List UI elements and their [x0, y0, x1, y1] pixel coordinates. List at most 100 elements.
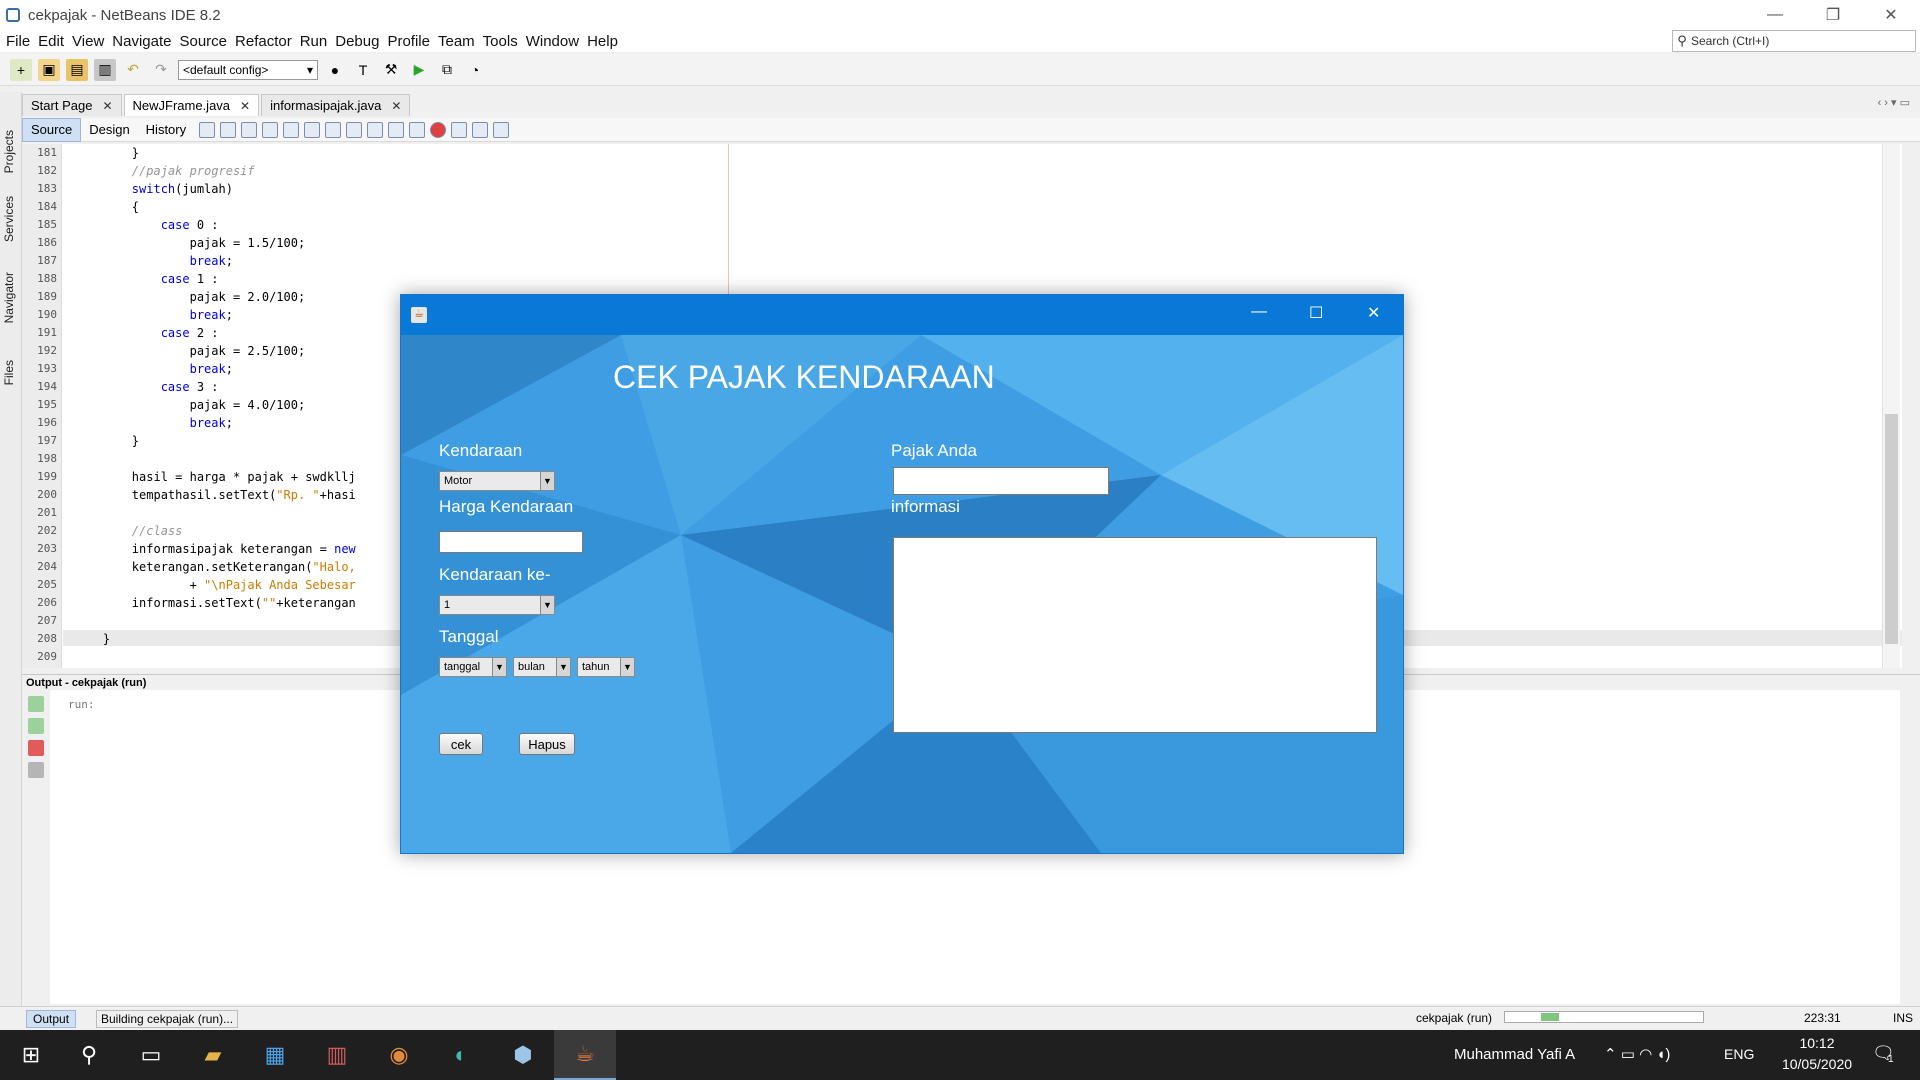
tab-newjframe[interactable]: NewJFrame.java ✕	[123, 94, 260, 116]
toggle-highlight-icon[interactable]	[304, 121, 321, 138]
java-icon: ☕	[411, 307, 427, 323]
restore-button[interactable]: ❐	[1804, 0, 1862, 30]
prev-bookmark-icon[interactable]	[325, 121, 342, 138]
stop-icon[interactable]	[28, 740, 44, 756]
profile-icon[interactable]: ◔	[464, 59, 486, 81]
tanggal-select[interactable]: tanggal ▼	[439, 657, 507, 677]
taskbar: ⊞ ⚲ ▭ ▰ ▦ ▥ ◉ ◐ ⬢ ☕ Muhammad Yafi A ⌃ ▭ …	[0, 1030, 1920, 1080]
clean-build-icon[interactable]: ⚒	[380, 59, 402, 81]
menu-profile[interactable]: Profile	[385, 33, 432, 50]
shift-left-icon[interactable]	[388, 121, 405, 138]
menu-help[interactable]: Help	[585, 33, 620, 50]
language-indicator[interactable]: ENG	[1724, 1046, 1754, 1062]
search-placeholder: Search (Ctrl+I)	[1691, 34, 1770, 48]
file-explorer-icon[interactable]: ▰	[182, 1030, 244, 1080]
kendaraan-select[interactable]: Motor ▼	[439, 471, 555, 491]
clock-time[interactable]: 10:12	[1792, 1035, 1842, 1051]
close-button[interactable]: ✕	[1862, 0, 1920, 30]
chevron-down-icon: ▼	[540, 596, 554, 614]
uncomment-icon[interactable]	[493, 121, 510, 138]
build-hammer-icon[interactable]: T	[352, 59, 374, 81]
app-close-button[interactable]: ✕	[1367, 303, 1380, 323]
find-prev-icon[interactable]	[262, 121, 279, 138]
view-history[interactable]: History	[138, 118, 194, 142]
output-tab[interactable]: Output	[26, 1010, 77, 1028]
menu-refactor[interactable]: Refactor	[233, 33, 294, 50]
editor-scrollbar[interactable]	[1882, 144, 1900, 668]
navigator-tab[interactable]: Navigator	[2, 272, 16, 323]
new-file-icon[interactable]: +	[10, 58, 32, 81]
globe-icon[interactable]: ●	[324, 59, 346, 81]
debug-icon[interactable]: ⧉	[436, 59, 458, 81]
projects-tab[interactable]: Projects	[2, 130, 16, 173]
menu-team[interactable]: Team	[436, 33, 477, 50]
tab-informasipajak[interactable]: informasipajak.java ✕	[261, 94, 411, 116]
menu-file[interactable]: File	[4, 33, 32, 50]
kendaraan-value: Motor	[444, 475, 473, 487]
java-app-icon[interactable]: ☕	[554, 1030, 616, 1080]
menu-edit[interactable]: Edit	[36, 33, 66, 50]
find-icon[interactable]	[241, 121, 258, 138]
informasi-textarea[interactable]	[893, 537, 1377, 733]
close-icon[interactable]: ✕	[240, 99, 250, 113]
menu-window[interactable]: Window	[524, 33, 581, 50]
app-minimize-button[interactable]: —	[1251, 303, 1267, 321]
view-source[interactable]: Source	[22, 117, 82, 142]
stop-macro-icon[interactable]	[451, 121, 468, 138]
close-icon[interactable]: ✕	[391, 99, 401, 113]
settings-icon[interactable]	[28, 762, 44, 778]
app-maximize-button[interactable]: ☐	[1309, 303, 1323, 323]
tahun-select[interactable]: tahun ▼	[577, 657, 635, 677]
rerun-icon[interactable]	[28, 696, 44, 712]
minimize-button[interactable]: —	[1746, 0, 1804, 30]
next-bookmark-icon[interactable]	[346, 121, 363, 138]
run-icon[interactable]: ▶	[408, 59, 430, 81]
pajak-field[interactable]	[893, 467, 1109, 495]
menu-run[interactable]: Run	[298, 33, 330, 50]
menu-debug[interactable]: Debug	[333, 33, 381, 50]
forward-icon[interactable]	[220, 121, 237, 138]
save-all-icon[interactable]: ▥	[94, 58, 116, 81]
netbeans-app-icon	[6, 8, 20, 22]
books-app-icon[interactable]: ▥	[306, 1030, 368, 1080]
task-view-icon[interactable]: ▭	[120, 1030, 182, 1080]
shift-right-icon[interactable]	[409, 121, 426, 138]
search-input[interactable]: ⚲ Search (Ctrl+I)	[1672, 30, 1916, 52]
new-project-icon[interactable]: ▣	[38, 58, 60, 81]
comment-icon[interactable]	[472, 121, 489, 138]
hapus-button[interactable]: Hapus	[519, 733, 575, 755]
close-icon[interactable]: ✕	[102, 99, 112, 113]
files-tab[interactable]: Files	[2, 360, 16, 385]
config-select[interactable]: <default config> ▾	[178, 59, 318, 80]
cek-button[interactable]: cek	[439, 733, 483, 755]
toggle-bookmark-icon[interactable]	[367, 121, 384, 138]
redo-icon[interactable]: ↷	[150, 59, 172, 81]
undo-icon[interactable]: ↶	[122, 59, 144, 81]
services-tab[interactable]: Services	[2, 196, 16, 242]
menu-tools[interactable]: Tools	[481, 33, 520, 50]
harga-field[interactable]	[439, 531, 583, 553]
menu-view[interactable]: View	[70, 33, 106, 50]
open-project-icon[interactable]: ▤	[66, 58, 88, 81]
search-icon[interactable]: ⚲	[58, 1030, 120, 1080]
back-icon[interactable]	[199, 121, 216, 138]
bulan-value: bulan	[518, 661, 545, 673]
clock-date[interactable]: 10/05/2020	[1770, 1056, 1864, 1072]
bulan-select[interactable]: bulan ▼	[513, 657, 571, 677]
edge-icon[interactable]: ◐	[430, 1030, 492, 1080]
windows-start-icon[interactable]: ⊞	[0, 1030, 62, 1080]
record-macro-icon[interactable]	[430, 121, 447, 138]
tab-scroll-arrows[interactable]: ‹ › ▾ ▭	[1878, 96, 1910, 109]
scrollbar-thumb[interactable]	[1885, 414, 1898, 644]
kendaraan-ke-select[interactable]: 1 ▼	[439, 595, 555, 615]
find-next-icon[interactable]	[283, 121, 300, 138]
tab-start-page[interactable]: Start Page ✕	[22, 94, 122, 116]
netbeans-icon[interactable]: ⬢	[492, 1030, 554, 1080]
media-app-icon[interactable]: ◉	[368, 1030, 430, 1080]
store-icon[interactable]: ▦	[244, 1030, 306, 1080]
menu-navigate[interactable]: Navigate	[110, 33, 173, 50]
system-tray-icons[interactable]: ⌃ ▭ ◠ ◖)	[1604, 1045, 1670, 1063]
view-design[interactable]: Design	[81, 118, 137, 142]
menu-source[interactable]: Source	[177, 33, 229, 50]
rerun-params-icon[interactable]	[28, 718, 44, 734]
